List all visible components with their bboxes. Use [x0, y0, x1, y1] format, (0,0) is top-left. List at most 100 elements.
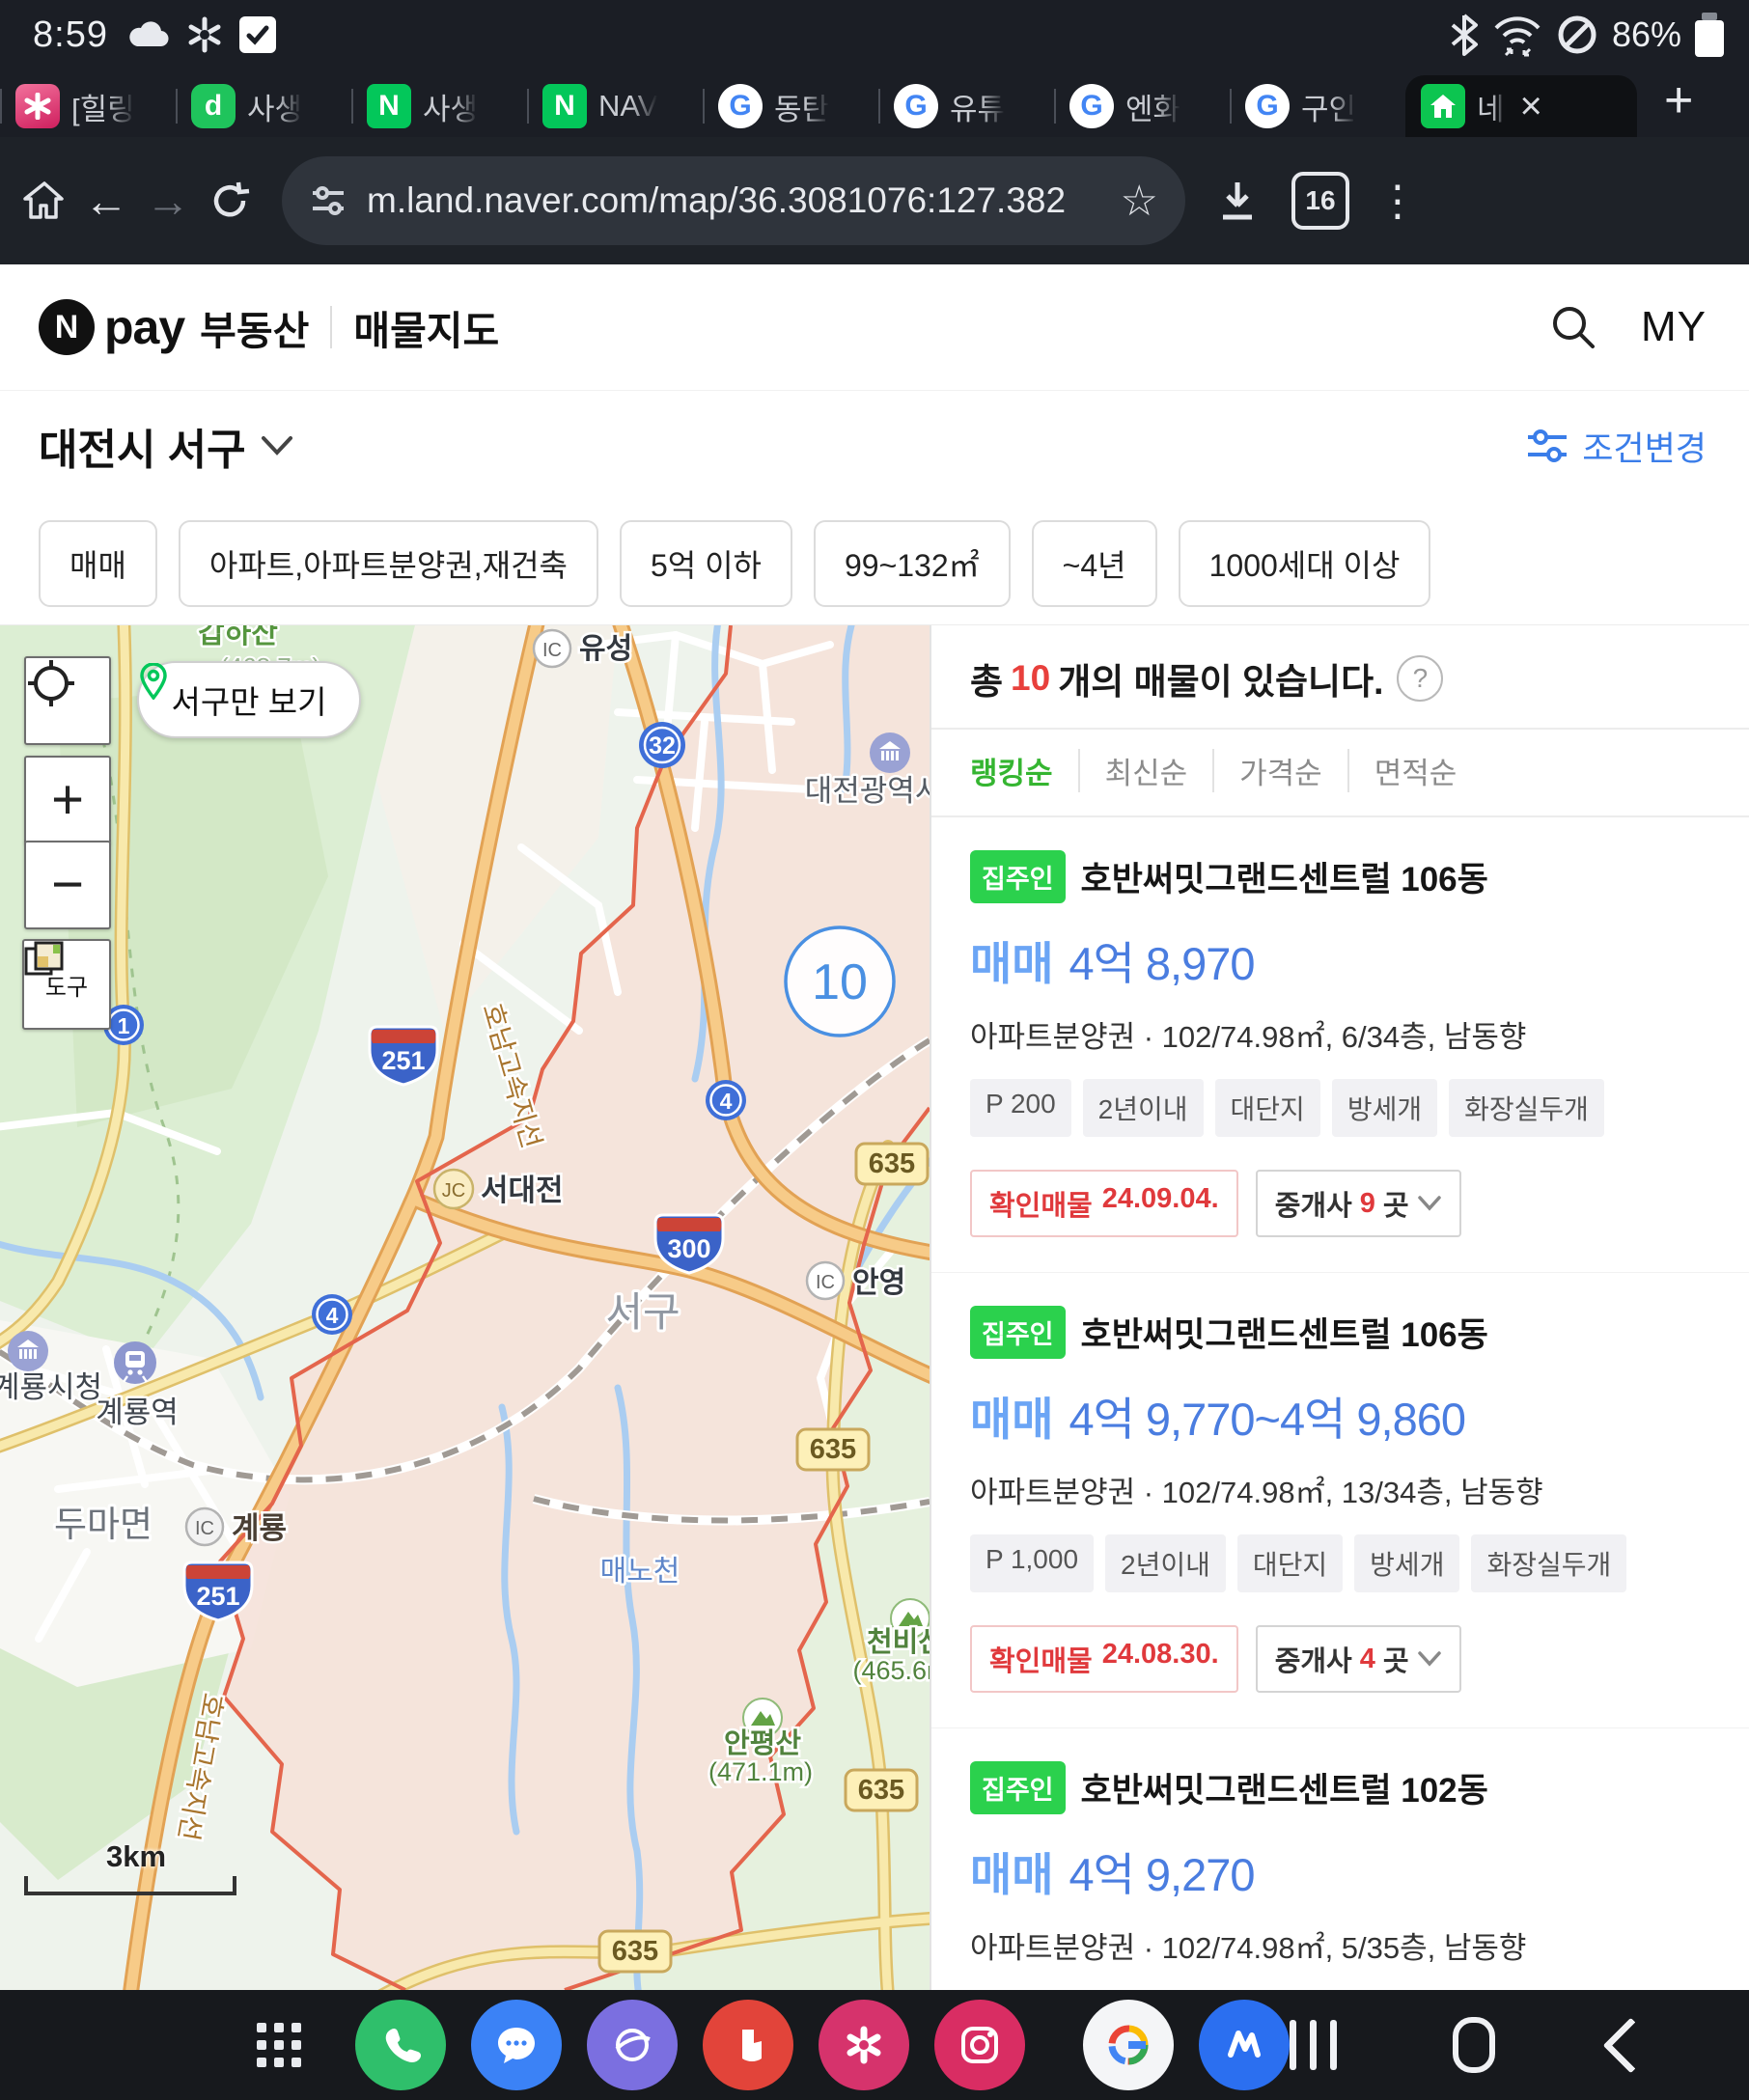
chip-trade-type[interactable]: 매매 — [39, 520, 157, 607]
sort-newest[interactable]: 최신순 — [1078, 749, 1213, 792]
tab-google-youtube[interactable]: G 유튜 — [878, 75, 1054, 137]
site-settings-icon[interactable] — [309, 181, 347, 220]
flower-app-icon[interactable] — [819, 2000, 909, 2090]
google-favicon: G — [718, 84, 763, 128]
sort-area[interactable]: 면적순 — [1347, 749, 1483, 792]
map-canvas[interactable]: 호남고속지선 호남고속지선 갑하산 (468.7m) 서구 두마면 대전광역시 … — [0, 625, 930, 1990]
naver-pay-logo[interactable]: N — [39, 299, 95, 355]
back-button[interactable]: ← — [75, 175, 137, 227]
browser-tab-strip: [힐링 d 사생 N 사생 N NAV G 동탄 G 유튜 G 엔화 G 구인 — [0, 69, 1749, 137]
forward-button[interactable]: → — [137, 175, 199, 227]
battery-icon — [1695, 13, 1724, 57]
tab-google-dongtan[interactable]: G 동탄 — [703, 75, 878, 137]
jc-badge-seodaejeon: JC 서대전 — [434, 1170, 564, 1208]
agents-dropdown[interactable]: 중개사 9 곳 — [1256, 1170, 1461, 1237]
google-app-icon[interactable] — [1083, 2000, 1174, 2090]
zoom-in-button[interactable]: + — [24, 756, 111, 844]
tab-naver-land-active[interactable]: 네 × — [1405, 75, 1637, 137]
region-selector[interactable]: 대전시 서구 — [39, 415, 246, 477]
messages-app-icon[interactable] — [471, 2000, 562, 2090]
tab-healing[interactable]: [힐링 — [0, 75, 176, 137]
bookmark-star-icon[interactable]: ☆ — [1121, 177, 1158, 226]
map-tools-button[interactable]: 도구 — [22, 939, 111, 1030]
back-key[interactable] — [1603, 2017, 1659, 2073]
ic-badge-anyeong: IC 안영 — [807, 1262, 905, 1299]
trade-type: 매매 — [970, 1382, 1053, 1449]
svg-text:JC: JC — [442, 1180, 465, 1202]
owner-badge: 집주인 — [970, 1306, 1066, 1359]
home-key[interactable] — [1453, 2017, 1495, 2073]
sort-ranking[interactable]: 랭킹순 — [970, 749, 1078, 792]
svg-text:IC: IC — [816, 1272, 835, 1293]
svg-text:635: 635 — [810, 1434, 856, 1465]
new-tab-button[interactable]: + — [1664, 71, 1693, 129]
filter-sliders-icon — [1526, 427, 1569, 465]
listing-title[interactable]: 호반써밋그랜드센트럴 106동 — [1081, 852, 1488, 901]
tab-daum[interactable]: d 사생 — [176, 75, 351, 137]
svg-text:서대전: 서대전 — [481, 1174, 564, 1207]
svg-text:4: 4 — [720, 1089, 733, 1114]
listing-card[interactable]: 집주인 호반써밋그랜드센트럴 106동 매매 4억 8,970 아파트분양권 ·… — [931, 817, 1749, 1273]
search-icon[interactable] — [1548, 302, 1598, 352]
tag: 방세개 — [1354, 1534, 1459, 1592]
agents-dropdown[interactable]: 중개사 4 곳 — [1256, 1625, 1461, 1693]
page-title: 매물지도 — [353, 298, 499, 356]
app-drawer-button[interactable] — [257, 2023, 301, 2067]
red-app-icon[interactable] — [703, 2000, 793, 2090]
help-icon[interactable]: ? — [1397, 655, 1443, 702]
district-only-label: 서구만 보기 — [172, 677, 327, 723]
close-tab-icon[interactable]: × — [1520, 85, 1542, 128]
listing-title[interactable]: 호반써밋그랜드센트럴 102동 — [1081, 1763, 1488, 1812]
pay-logo-text[interactable]: pay — [104, 299, 184, 355]
tab-count-button[interactable]: 16 — [1291, 172, 1349, 230]
svg-text:계룡: 계룡 — [232, 1511, 287, 1545]
tab-google-jobs[interactable]: G 구인 — [1230, 75, 1405, 137]
samsung-internet-app-icon[interactable] — [587, 2000, 678, 2090]
chip-households[interactable]: 1000세대 이상 — [1179, 520, 1431, 607]
recents-key[interactable] — [1290, 2020, 1337, 2070]
zoom-out-button[interactable]: − — [24, 841, 111, 929]
chip-price[interactable]: 5억 이하 — [620, 520, 792, 607]
stream-label: 매노천 — [600, 1556, 680, 1588]
svg-text:251: 251 — [381, 1046, 425, 1075]
condition-change-button[interactable]: 조건변경 — [1526, 422, 1707, 471]
listing-card[interactable]: 집주인 호반써밋그랜드센트럴 106동 매매 4억 9,770~4억 9,860… — [931, 1273, 1749, 1728]
url-field[interactable]: m.land.naver.com/map/36.3081076:127.382 … — [282, 156, 1185, 245]
agent-unit: 곳 — [1383, 1639, 1409, 1679]
phone-app-icon[interactable] — [355, 2000, 446, 2090]
tab-title: 엔화 — [1125, 85, 1180, 128]
current-location-button[interactable] — [24, 656, 111, 745]
bluetooth-icon — [1450, 14, 1479, 56]
download-button[interactable] — [1207, 179, 1268, 223]
instagram-app-icon[interactable] — [934, 2000, 1025, 2090]
district-only-toggle[interactable]: 서구만 보기 — [137, 661, 361, 738]
tab-naver-2[interactable]: N NAV — [527, 75, 703, 137]
listing-title[interactable]: 호반써밋그랜드센트럴 106동 — [1081, 1308, 1488, 1357]
chip-property-type[interactable]: 아파트,아파트분양권,재건축 — [179, 520, 598, 607]
chip-area[interactable]: 99~132㎡ — [814, 520, 1011, 607]
svg-text:635: 635 — [858, 1775, 904, 1806]
chip-age[interactable]: ~4년 — [1032, 520, 1157, 607]
chevron-down-icon[interactable] — [260, 433, 294, 458]
tag: P 1,000 — [970, 1534, 1094, 1592]
listings-panel[interactable]: 총 10 개의 매물이 있습니다. ? 랭킹순 최신순 가격순 면적순 집주인 … — [930, 625, 1749, 1990]
menu-kebab-icon[interactable]: ⋮ — [1376, 177, 1419, 226]
confirm-date: 24.09.04. — [1102, 1183, 1219, 1224]
service-title[interactable]: 부동산 — [200, 298, 309, 356]
blue-app-icon[interactable] — [1199, 2000, 1290, 2090]
my-menu[interactable]: MY — [1641, 303, 1707, 351]
tab-naver-1[interactable]: N 사생 — [351, 75, 527, 137]
route-badge-635: 635 — [797, 1429, 869, 1470]
svg-text:안영: 안영 — [852, 1267, 905, 1299]
road-label-honam: 호남고속지선 — [477, 1000, 546, 1151]
government-building-icon — [870, 732, 910, 773]
tag: 화장실두개 — [1449, 1079, 1604, 1137]
listing-cluster-marker[interactable]: 10 — [786, 927, 894, 1036]
sort-price[interactable]: 가격순 — [1212, 749, 1347, 792]
town-label: 두마면 — [54, 1505, 153, 1544]
ic-badge-gyeryong: IC 계룡 — [186, 1508, 287, 1545]
listing-card[interactable]: 집주인 호반써밋그랜드센트럴 102동 매매 4억 9,270 아파트분양권 ·… — [931, 1728, 1749, 1990]
tab-google-yen[interactable]: G 엔화 — [1054, 75, 1230, 137]
home-button[interactable] — [14, 179, 75, 223]
reload-button[interactable] — [199, 180, 261, 222]
